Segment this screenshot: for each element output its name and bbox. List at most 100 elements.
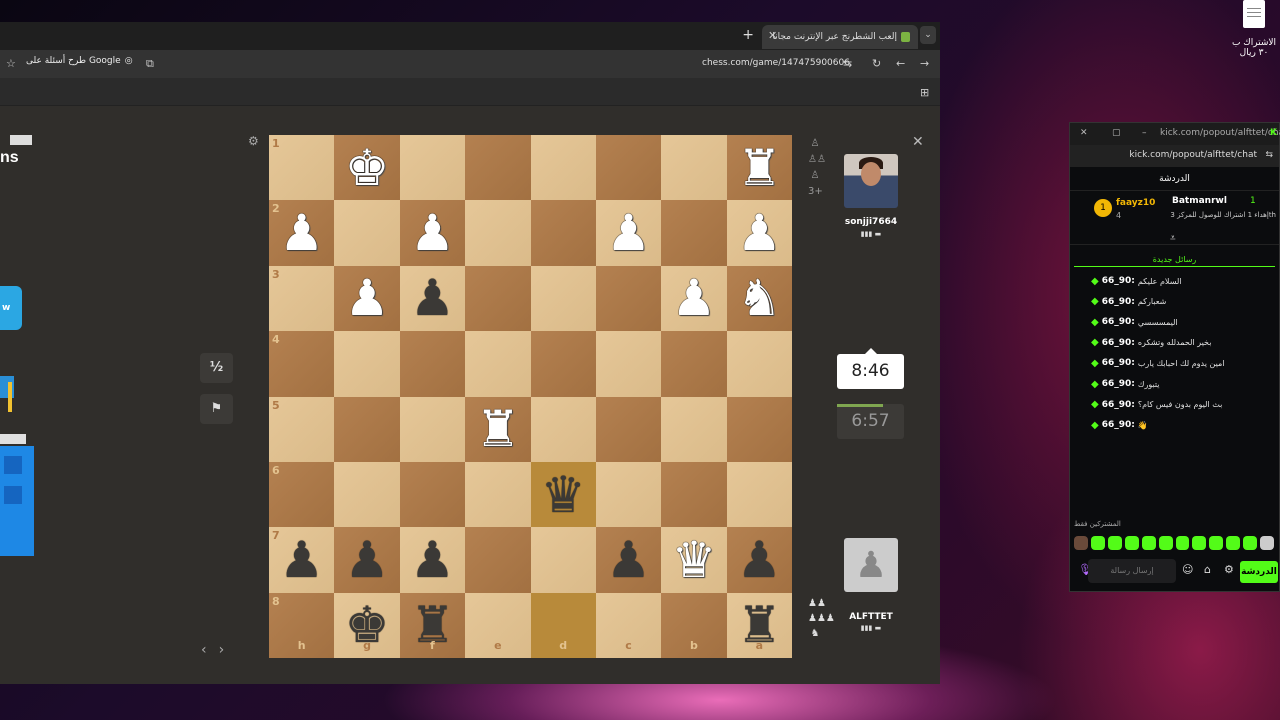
chess-piece[interactable]: ♚ [345,143,390,193]
emote-icon[interactable] [1243,536,1258,550]
board-square[interactable] [465,461,531,528]
board-square[interactable]: ♟ [399,527,466,593]
chess-piece[interactable]: ♟ [410,208,455,258]
board-square[interactable]: ♛ [661,527,727,593]
chess-piece[interactable]: ♛ [541,470,586,520]
chess-piece[interactable]: ♟ [345,535,390,585]
bottom-player-name[interactable]: ALFTTET [831,612,911,622]
star-icon[interactable]: ☆ [6,57,16,70]
board-square[interactable] [465,135,531,201]
board-square[interactable]: 7 ♟ [269,527,335,593]
board-square[interactable] [661,396,727,462]
chess-piece[interactable]: ♟ [279,535,324,585]
board-square[interactable] [530,265,596,332]
url-field[interactable]: chess.com/game/147475900606 [702,58,850,68]
site-settings-icon[interactable]: ⇆ [843,57,852,70]
chat-username[interactable]: 66_90: [1102,276,1135,286]
chess-piece[interactable]: ♟ [672,273,717,323]
emote-icon[interactable] [1260,536,1275,550]
new-tab-button[interactable]: + [742,27,754,43]
board-square[interactable]: e [465,592,531,658]
board-square[interactable] [595,461,662,528]
board-square[interactable] [530,331,596,397]
emote-icon[interactable] [1074,536,1088,550]
emote-icon[interactable] [1090,536,1105,550]
board-square[interactable]: ♟ [595,527,662,593]
board-square[interactable] [530,200,596,266]
top-player-avatar[interactable] [844,154,898,208]
chat-message[interactable]: ◆ 66_90: بث اليوم بدون فيس كام؟ [1079,395,1279,415]
chat-username[interactable]: 66_90: [1102,379,1135,389]
resign-flag-icon[interactable]: ⚑ [200,394,233,424]
chess-piece[interactable]: ♞ [737,273,782,323]
chat-username[interactable]: 66_90: [1102,358,1135,368]
board-square[interactable]: ♞ [726,265,792,332]
tab-chess[interactable]: ✕ إلعب الشطرنج عبر الإنترنت مجانا [762,25,918,49]
left-button-fragment[interactable]: w [0,286,22,330]
desktop-file-icon[interactable]: الاشتراك ب ٣٠ ريال [1226,0,1280,58]
pinned-user1[interactable]: faayz10 [1116,198,1155,208]
chat-message[interactable]: ◆ 66_90: يتبورك [1079,374,1279,394]
board-square[interactable] [334,396,400,462]
chat-message[interactable]: ◆ 66_90: اليمسسسي [1079,312,1279,332]
board-square[interactable]: a ♜ [726,592,792,658]
settings-gear-icon[interactable]: ⚙ [248,134,259,148]
board-square[interactable] [530,135,596,201]
chat-settings-icon[interactable]: ⚙ [1224,563,1234,576]
tab-list-dropdown-icon[interactable]: ⌄ [920,26,936,44]
pinned-collapse-icon[interactable]: ⩡ [1170,233,1176,244]
apps-grid-icon[interactable]: ⊞ [920,86,929,99]
pinned-user2[interactable]: Batmanrwl [1172,196,1227,206]
chess-board[interactable]: 1 ♚ ♜ 2 ♟ ♟ ♟ ♟ 3 ♟ ♟ ♟ ♞ 4 5 ♜ 6 ♛ 7 ♟ ♟ ♟ ♟ ♛ ♟ 8 h g ♚ f ♜ e d c b a ♜ [269,135,792,658]
kick-settings-icon[interactable]: ⇆ [1265,150,1273,160]
board-square[interactable] [399,461,466,528]
board-square[interactable]: ♜ [726,135,792,201]
board-square[interactable]: ♟ [726,200,792,266]
board-square[interactable]: c [595,592,662,658]
board-square[interactable]: ♟ [334,265,400,332]
emote-icon[interactable] [1175,536,1190,550]
kick-minimize-icon[interactable]: – [1142,128,1147,138]
chat-message[interactable]: ◆ 66_90: امين يدوم لك احبابك يارب [1079,353,1279,373]
chat-username[interactable]: 66_90: [1102,338,1135,348]
board-square[interactable]: f ♜ [399,592,466,658]
close-panel-icon[interactable]: ✕ [912,134,924,150]
board-square[interactable] [399,135,466,201]
board-square[interactable]: ♟ [595,200,662,266]
chat-input[interactable]: إرسال رسالة [1088,559,1176,583]
board-square[interactable]: 6 [269,461,335,528]
board-square[interactable] [595,331,662,397]
board-square[interactable] [661,135,727,201]
chat-username[interactable]: 66_90: [1102,420,1135,430]
chat-message[interactable]: ◆ 66_90: شعباركم [1079,292,1279,312]
bottom-player-avatar[interactable]: ♟ [844,538,898,592]
top-player-name[interactable]: sonjji7664 [831,217,911,227]
board-square[interactable]: ♜ [465,396,531,462]
google-ask-button[interactable]: طرح أسئلة على Google ◎ [26,56,133,66]
board-square[interactable] [595,135,662,201]
board-square[interactable] [530,527,596,593]
emote-icon[interactable] [1124,536,1139,550]
chat-message[interactable]: ◆ 66_90: 👋 [1079,415,1279,435]
board-square[interactable]: 4 [269,331,335,397]
kick-close-icon[interactable]: ✕ [1080,128,1088,138]
board-square[interactable] [661,331,727,397]
board-square[interactable] [661,200,727,266]
board-square[interactable] [726,331,792,397]
board-square[interactable]: ♚ [334,135,400,201]
tab-close-icon[interactable]: ✕ [768,29,777,42]
board-square[interactable] [465,200,531,266]
install-app-icon[interactable]: ⧉ [146,57,154,71]
chat-username[interactable]: 66_90: [1102,297,1135,307]
chess-piece[interactable]: ♟ [410,273,455,323]
board-square[interactable]: ♟ [399,200,466,266]
emote-icon[interactable] [1158,536,1173,550]
next-move-icon[interactable]: › [219,642,225,658]
kick-url[interactable]: kick.com/popout/alfttet/chat [1129,150,1257,160]
board-square[interactable]: ♛ [530,461,596,528]
board-square[interactable]: 8h [269,592,335,658]
chat-username[interactable]: 66_90: [1102,317,1135,327]
forward-icon[interactable]: → [920,57,929,70]
chess-piece[interactable]: ♟ [345,273,390,323]
prev-move-icon[interactable]: ‹ [201,642,207,658]
